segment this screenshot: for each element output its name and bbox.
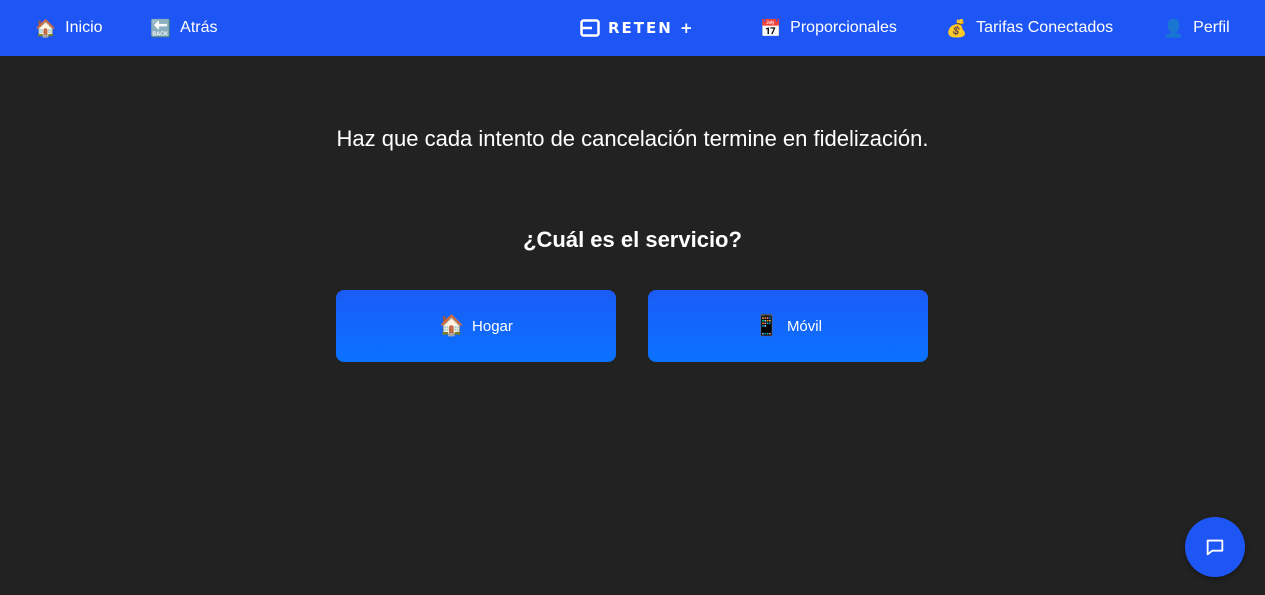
nav-back-link[interactable]: 🔙 Atrás [150,17,218,39]
chat-bubble-icon [1206,539,1224,556]
house-icon: 🏠 [439,315,465,337]
calendar-icon: 📅 [760,18,782,38]
service-question: ¿Cuál es el servicio? [523,227,742,252]
home-service-label: Hogar [472,317,513,335]
back-arrow-icon: 🔙 [150,18,172,38]
nav-home-label: Inicio [65,19,103,36]
nav-rates-link[interactable]: 💰 Tarifas Conectados [946,17,1113,39]
mobile-phone-icon: 📱 [754,315,779,337]
app-logo[interactable]: RETEN + [580,18,695,38]
nav-proportional-label: Proporcionales [790,19,897,36]
top-navigation-bar: 🏠 Inicio 🔙 Atrás RETEN + 📅 Proporcionale… [0,0,1265,56]
nav-rates-label: Tarifas Conectados [976,19,1114,36]
nav-back-label: Atrás [180,19,218,36]
house-icon: 🏠 [35,18,57,38]
nav-home-link[interactable]: 🏠 Inicio [35,17,103,39]
page-tagline: Haz que cada intento de cancelación term… [336,126,929,151]
nav-proportional-link[interactable]: 📅 Proporcionales [760,17,897,39]
nav-profile-link[interactable]: 👤 Perfil [1163,17,1230,39]
mobile-service-label: Móvil [786,317,822,335]
money-bag-icon: 💰 [946,18,968,38]
logo-mark-icon [580,19,600,37]
logo-text: RETEN + [608,19,695,37]
chat-button[interactable] [1185,517,1245,577]
user-icon: 👤 [1163,18,1185,38]
mobile-service-button[interactable]: 📱 Móvil [648,290,928,362]
home-service-button[interactable]: 🏠 Hogar [336,290,616,362]
nav-profile-label: Perfil [1193,19,1230,36]
